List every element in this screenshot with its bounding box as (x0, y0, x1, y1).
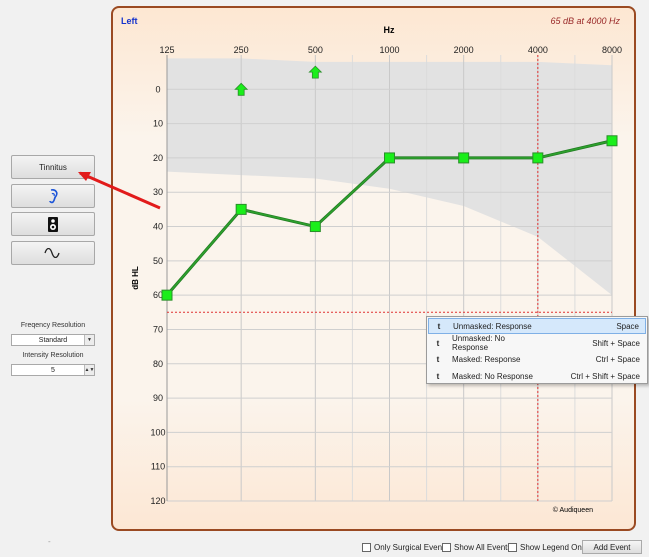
threshold-marker[interactable] (384, 152, 395, 164)
checkbox-label: Only Surgical Events (374, 543, 449, 552)
x-axis-title: Hz (384, 25, 395, 35)
menu-item-label: Unmasked: Response (453, 321, 532, 331)
x-tick-label: 4000 (528, 45, 548, 55)
menu-item-shortcut: Space (616, 321, 639, 331)
ear-label: Left (121, 16, 138, 26)
x-tick-label: 125 (159, 45, 174, 55)
y-tick-label: 120 (150, 496, 165, 506)
y-tick-label: 0 (155, 84, 160, 94)
audiogram-chart[interactable]: 125 250 500 1000 2000 4000 8000 01020304050607… (0, 0, 649, 557)
cursor-readout: 65 dB at 4000 Hz (550, 16, 620, 26)
threshold-marker[interactable] (309, 221, 321, 233)
menu-item-unmasked-no-response[interactable]: t Unmasked: No Response Shift + Space (428, 334, 646, 352)
threshold-marker[interactable] (235, 203, 247, 215)
threshold-marker[interactable] (606, 135, 618, 147)
x-tick-label: 1000 (379, 45, 399, 55)
threshold-marker[interactable] (532, 152, 544, 164)
checkbox-box[interactable] (362, 543, 371, 552)
menu-item-label: Unmasked: No Response (452, 334, 505, 352)
y-tick-label: 10 (153, 119, 163, 129)
menu-item-key: t (436, 354, 440, 364)
y-tick-label: 100 (150, 427, 165, 437)
y-tick-label: 80 (153, 359, 163, 369)
x-tick-label: 2000 (454, 45, 474, 55)
menu-item-label: Masked: No Response (452, 371, 533, 381)
menu-item-unmasked-response[interactable]: t Unmasked: Response Space (428, 318, 646, 334)
menu-item-key: t (436, 338, 440, 348)
menu-item-shortcut: Shift + Space (592, 338, 640, 348)
y-tick-label: 50 (153, 256, 163, 266)
y-tick-label: 90 (153, 393, 163, 403)
y-tick-label: 40 (153, 222, 163, 232)
menu-item-key: t (436, 371, 440, 381)
checkbox-label: Show All Events (454, 543, 512, 552)
checkbox-label: Show Legend Only (520, 543, 588, 552)
add-event-label: Add Event (593, 542, 631, 552)
y-tick-label: 30 (153, 187, 163, 197)
only-surgical-events-checkbox[interactable]: Only Surgical Events (362, 543, 448, 552)
menu-item-shortcut: Ctrl + Shift + Space (570, 371, 640, 381)
menu-item-masked-response[interactable]: t Masked: Response Ctrl + Space (428, 351, 646, 367)
annotation-arrow-tinnitus (79, 171, 161, 210)
x-tick-label: 8000 (602, 45, 622, 55)
x-tick-label: 250 (234, 45, 249, 55)
checkbox-box[interactable] (508, 543, 517, 552)
audiqueen-watermark: © Audiqueen (553, 506, 593, 514)
threshold-marker[interactable] (161, 289, 173, 301)
y-tick-label: 70 (153, 324, 163, 334)
y-tick-label: 20 (153, 153, 163, 163)
menu-item-label: Masked: Response (452, 354, 521, 364)
menu-item-masked-no-response[interactable]: t Masked: No Response Ctrl + Shift + Spa… (428, 368, 646, 384)
x-tick-labels: 125 250 500 1000 2000 4000 8000 (159, 45, 622, 55)
add-event-button[interactable]: Add Event (582, 540, 642, 554)
show-all-events-checkbox[interactable]: Show All Events (442, 543, 511, 552)
x-tick-label: 500 (308, 45, 323, 55)
y-tick-label: 110 (151, 462, 165, 472)
menu-item-key: t (437, 321, 441, 331)
threshold-marker[interactable] (458, 152, 470, 164)
checkbox-box[interactable] (442, 543, 451, 552)
show-legend-only-checkbox[interactable]: Show Legend Only (508, 543, 588, 552)
y-axis-title: dB HL (131, 266, 140, 290)
response-context-menu[interactable]: t Unmasked: Response Space t Unmasked: N… (426, 316, 648, 384)
menu-item-shortcut: Ctrl + Space (595, 354, 640, 364)
